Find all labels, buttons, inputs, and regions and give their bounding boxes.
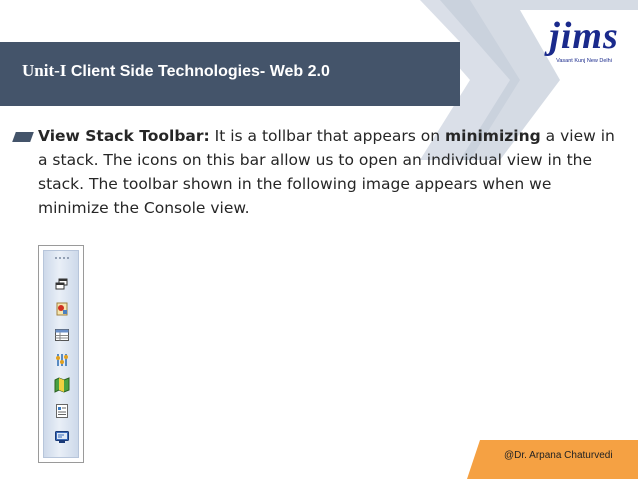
toolbar-body [43,250,79,458]
bullet-text: View Stack Toolbar: It is a tollbar that… [38,124,626,220]
title-unit: Unit-I [22,61,67,80]
logo-subtitle: Vasant Kunj New Delhi [556,58,612,64]
bullet-marker-icon [12,132,34,142]
bullet-text-part1: It is a tollbar that appears on [209,127,445,145]
restore-icon[interactable] [54,276,70,292]
view-stack-toolbar-image [38,245,84,463]
toolbar-grip-icon [55,257,69,259]
project-explorer-icon[interactable] [54,301,70,317]
footer-tab-corner [467,440,486,479]
title-rest: Client Side Technologies- Web 2.0 [66,63,330,80]
logo-word: jims [549,15,619,57]
package-map-icon[interactable] [54,377,70,393]
footer-author: @Dr. Arpana Chaturvedi [504,450,613,461]
bullet-lead: View Stack Toolbar: [38,127,210,145]
slide-title: Unit-I Client Side Technologies- Web 2.0 [22,61,330,81]
properties-icon[interactable] [54,403,70,419]
bullet-bold-mid: minimizing [445,127,541,145]
table-outline-icon[interactable] [54,327,70,343]
console-icon[interactable] [54,429,70,445]
jims-logo: jims Vasant Kunj New Delhi [540,16,628,72]
slide: Unit-I Client Side Technologies- Web 2.0… [0,0,638,479]
debug-icon[interactable] [54,352,70,368]
